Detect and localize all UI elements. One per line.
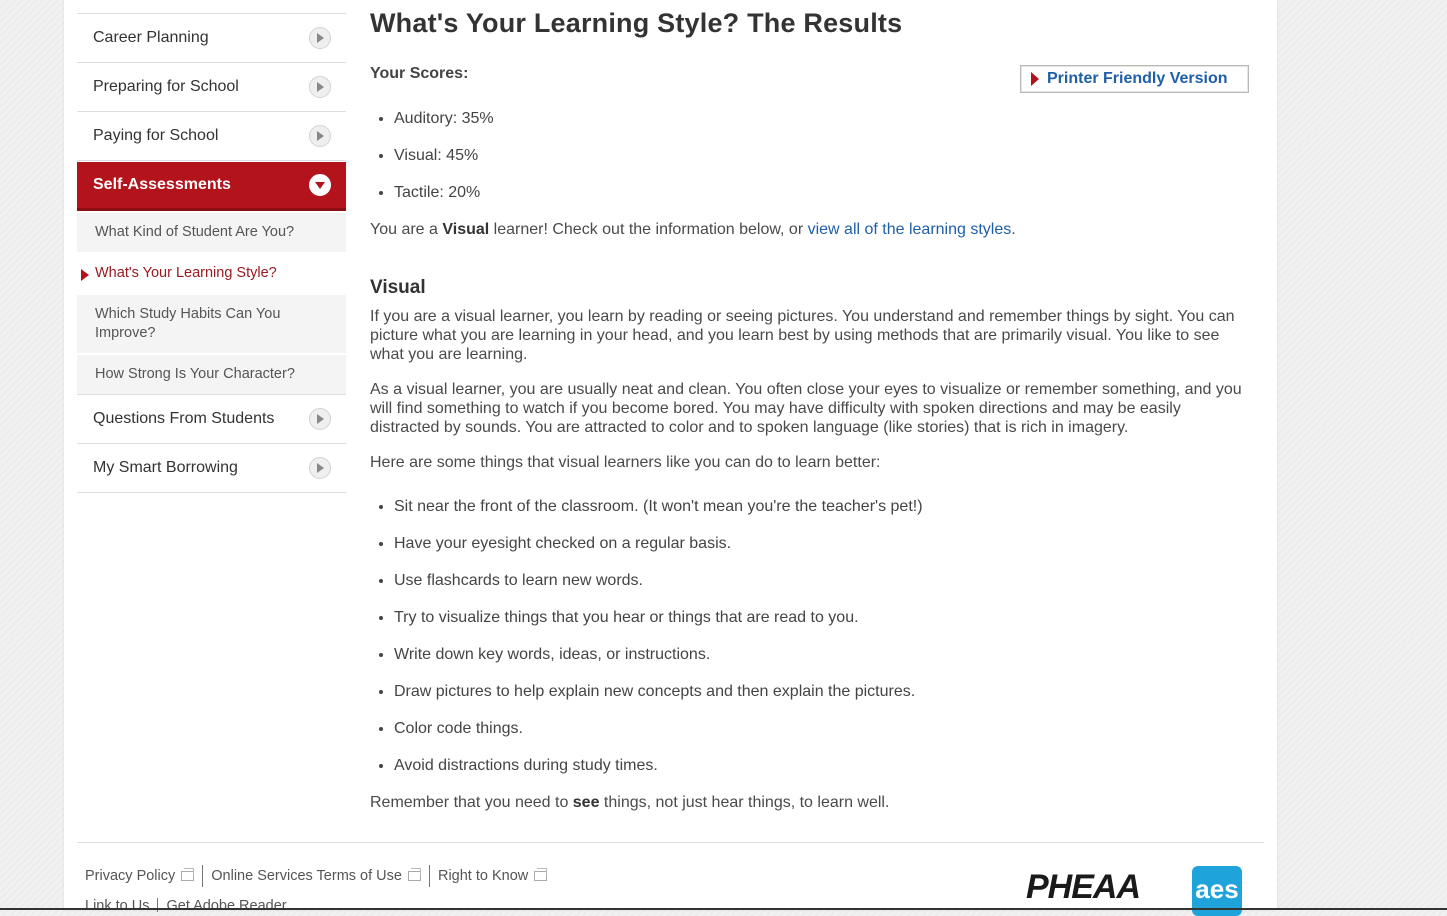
list-item: Have your eyesight checked on a regular … <box>394 534 1254 553</box>
sidebar-item-my-smart-borrowing[interactable]: My Smart Borrowing <box>77 444 346 493</box>
page-container: Career Planning Preparing for School Pay… <box>64 0 1277 916</box>
view-all-styles-link[interactable]: view all of the learning styles <box>808 221 1012 238</box>
external-link-icon <box>534 868 548 881</box>
privacy-policy-link[interactable]: Privacy Policy <box>85 865 204 887</box>
chevron-right-icon <box>309 408 331 430</box>
chevron-right-icon <box>309 457 331 479</box>
page-title: What's Your Learning Style? The Results <box>370 8 903 38</box>
scores-list: Auditory: 35% Visual: 45% Tactile: 20% <box>370 109 1254 202</box>
sidebar-subitem-learning-style[interactable]: What's Your Learning Style? <box>77 254 346 293</box>
external-link-icon <box>181 868 195 881</box>
footer-links: Privacy Policy Online Services Terms of … <box>85 865 555 887</box>
arrow-right-icon <box>1031 72 1039 86</box>
closing-statement: Remember that you need to see things, no… <box>370 793 1254 812</box>
tips-list: Sit near the front of the classroom. (It… <box>370 497 1254 775</box>
printer-friendly-label: Printer Friendly Version <box>1047 70 1228 87</box>
chevron-right-icon <box>309 27 331 49</box>
score-auditory: Auditory: 35% <box>394 109 1254 128</box>
pheaa-logo[interactable]: PHEAA <box>1026 868 1141 907</box>
result-middle: learner! Check out the information below… <box>489 221 808 238</box>
list-item: Draw pictures to help explain new concep… <box>394 682 1254 701</box>
closing-bold: see <box>572 794 600 811</box>
result-style: Visual <box>442 221 490 238</box>
printer-friendly-button[interactable]: Printer Friendly Version <box>1020 65 1249 93</box>
closing-prefix: Remember that you need to <box>370 794 573 811</box>
list-item: Color code things. <box>394 719 1254 738</box>
result-suffix: . <box>1011 221 1016 238</box>
right-to-know-link[interactable]: Right to Know <box>430 865 555 887</box>
tips-intro: Here are some things that visual learner… <box>370 454 881 471</box>
sidebar-item-career-planning[interactable]: Career Planning <box>77 14 346 63</box>
list-item: Avoid distractions during study times. <box>394 756 1254 775</box>
sidebar-nav: Career Planning Preparing for School Pay… <box>77 13 346 493</box>
paragraph-2: As a visual learner, you are usually nea… <box>370 381 1242 436</box>
sidebar-subitem-student-type[interactable]: What Kind of Student Are You? <box>77 213 346 252</box>
chevron-down-icon <box>309 174 331 196</box>
main-content: What's Your Learning Style? The Results … <box>370 0 1254 812</box>
sidebar-subitem-study-habits[interactable]: Which Study Habits Can You Improve? <box>77 295 346 353</box>
chevron-right-icon <box>309 125 331 147</box>
list-item: Try to visualize things that you hear or… <box>394 608 1254 627</box>
footer-divider <box>77 842 1264 843</box>
sidebar-subitem-character[interactable]: How Strong Is Your Character? <box>77 355 346 394</box>
link-label: Online Services Terms of Use <box>211 868 402 884</box>
list-item: Sit near the front of the classroom. (It… <box>394 497 1254 516</box>
terms-of-use-link[interactable]: Online Services Terms of Use <box>203 865 430 887</box>
list-item: Write down key words, ideas, or instruct… <box>394 645 1254 664</box>
list-item: Use flashcards to learn new words. <box>394 571 1254 590</box>
external-link-icon <box>407 868 421 881</box>
sidebar-item-self-assessments[interactable]: Self-Assessments <box>77 162 346 211</box>
section-title: Visual <box>370 277 426 298</box>
score-visual: Visual: 45% <box>394 146 1254 165</box>
sidebar-item-preparing-for-school[interactable]: Preparing for School <box>77 63 346 112</box>
sidebar-item-paying-for-school[interactable]: Paying for School <box>77 112 346 161</box>
chevron-right-icon <box>309 76 331 98</box>
score-tactile: Tactile: 20% <box>394 183 1254 202</box>
result-statement: You are a Visual learner! Check out the … <box>370 220 1254 239</box>
result-prefix: You are a <box>370 221 443 238</box>
closing-suffix: things, not just hear things, to learn w… <box>599 794 890 811</box>
paragraph-1: If you are a visual learner, you learn b… <box>370 308 1235 363</box>
link-label: Right to Know <box>437 868 529 884</box>
sidebar-submenu: What Kind of Student Are You? What's You… <box>77 213 346 395</box>
sidebar-item-questions-from-students[interactable]: Questions From Students <box>77 395 346 444</box>
link-label: Privacy Policy <box>85 868 176 884</box>
